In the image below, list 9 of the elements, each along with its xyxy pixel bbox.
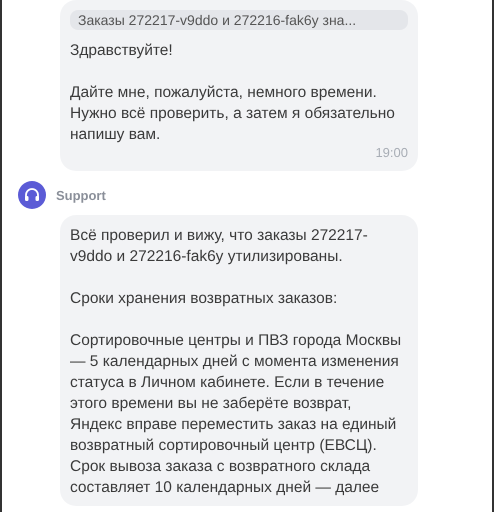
message-text: Здравствуйте! [70,41,174,61]
sender-name: Support [56,188,106,202]
message-text: Сортировочные центры и ПВЗ города Москвы — 5 календарных дней с момента изменения статуса в Личном кабинете. Если в течение этого времени вы не заберёте возврат, Яндекс вправе переместить заказ на единый возвратный сортировочный центр (ЕВСЦ). Срок вывоза заказа с возвратного склада составляет 10 календарных дней — далее [70,331,402,498]
headset-icon [18,181,46,209]
quoted-message[interactable]: Заказы 272217-v9ddo и 272216-fak6y зна... [70,10,408,30]
message-text: Сроки хранения возвратных заказов: [70,289,338,309]
message-text: Всё проверил и вижу, что заказы 272217-v9ddo и 272216-fak6y утилизированы. [70,226,369,267]
message-text: Дайте мне, пожалуйста, немного времени. Нужно всё проверить, а затем я обязательно напишу вам. [70,83,396,145]
message-time: 19:00 [375,144,408,162]
